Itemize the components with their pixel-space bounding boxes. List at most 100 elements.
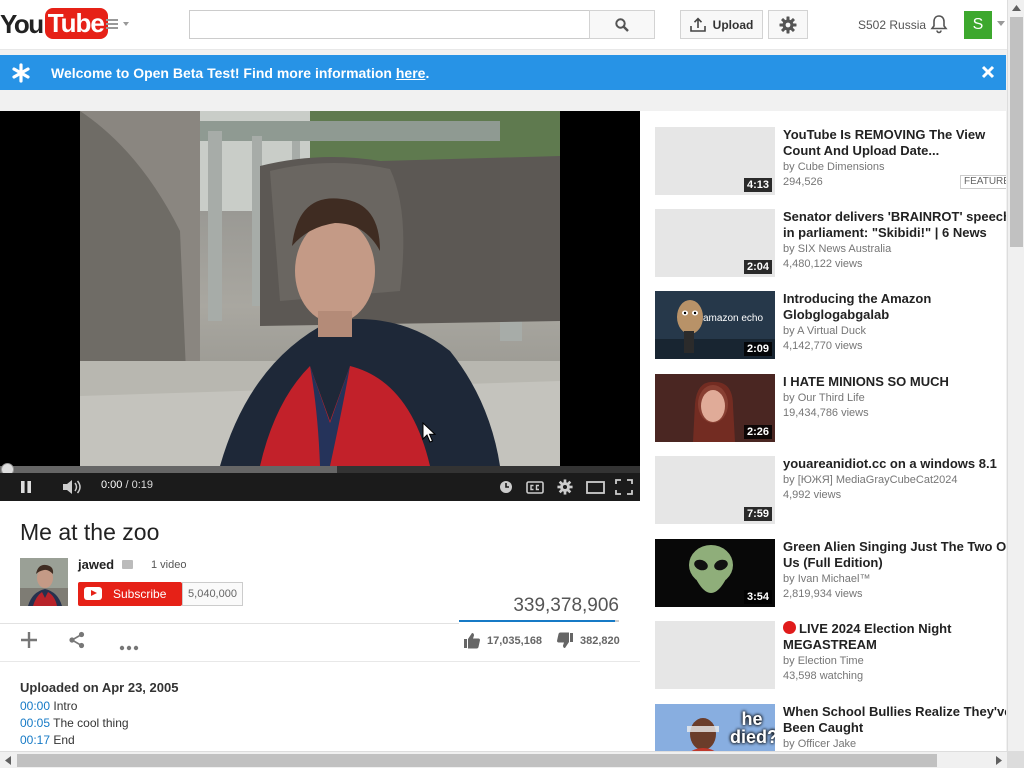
duration-badge: 2:04 xyxy=(743,260,772,274)
upload-button[interactable]: Upload xyxy=(680,10,763,39)
related-video-views: 4,480,122 views xyxy=(783,258,863,270)
owner-avatar[interactable] xyxy=(20,558,68,606)
guide-menu-button[interactable] xyxy=(106,16,132,34)
account-channel-name[interactable]: S502 Russia xyxy=(858,18,926,32)
chapter-timestamp[interactable]: 00:00 xyxy=(20,699,50,713)
account-menu-caret[interactable] xyxy=(997,21,1005,26)
related-video-title[interactable]: Introducing the Amazon Globglogabgalab xyxy=(783,291,1006,323)
theater-icon xyxy=(585,480,605,494)
vertical-scrollbar[interactable] xyxy=(1007,0,1024,751)
related-video-channel[interactable]: SIX News Australia xyxy=(798,243,892,255)
video-thumbnail[interactable]: amazon echo 2:09 xyxy=(655,291,775,359)
horizontal-scrollbar-thumb[interactable] xyxy=(17,754,937,767)
chapter-timestamp[interactable]: 00:05 xyxy=(20,716,50,730)
video-frame[interactable] xyxy=(80,111,560,466)
related-video-views: 4,142,770 views xyxy=(783,340,863,352)
related-video-channel[interactable]: Election Time xyxy=(798,655,864,667)
related-video-channel[interactable]: [ЮЖЯ] MediaGrayCubeCat2024 xyxy=(798,474,958,486)
vertical-scrollbar-thumb[interactable] xyxy=(1010,17,1023,247)
notifications-button[interactable] xyxy=(930,14,948,39)
related-videos: 4:13 YouTube Is REMOVING The View Count … xyxy=(640,111,1006,751)
video-thumbnail[interactable]: 7:59 xyxy=(655,456,775,524)
related-video-item[interactable]: 7:59 youareanidiot.cc on a windows 8.1 b… xyxy=(655,456,1006,524)
related-video-title-text: LIVE 2024 Election Night MEGASTREAM xyxy=(783,621,952,652)
account-avatar[interactable]: S xyxy=(964,11,992,39)
add-to-button[interactable] xyxy=(20,631,38,654)
related-video-item[interactable]: 2:26 I HATE MINIONS SO MUCH by Our Third… xyxy=(655,374,1006,442)
hamburger-icon xyxy=(106,19,118,21)
duration: 0:19 xyxy=(131,479,154,491)
related-video-channel[interactable]: Our Third Life xyxy=(798,392,865,404)
video-thumbnail[interactable]: 3:54 xyxy=(655,539,775,607)
bell-icon xyxy=(930,15,948,34)
view-count: 339,378,906 xyxy=(513,595,619,616)
video-thumbnail[interactable]: 2:26 xyxy=(655,374,775,442)
related-video-title[interactable]: YouTube Is REMOVING The View Count And U… xyxy=(783,127,1006,159)
scrollbar-corner xyxy=(1007,751,1024,768)
related-video-item[interactable]: 4:13 YouTube Is REMOVING The View Count … xyxy=(655,127,1006,195)
related-video-channel-line: by SIX News Australia xyxy=(783,242,891,257)
theater-mode-button[interactable] xyxy=(585,479,605,495)
pause-button[interactable] xyxy=(18,479,34,495)
thumbs-up-icon xyxy=(464,633,480,649)
subscribe-button[interactable]: Subscribe xyxy=(78,582,182,606)
volume-icon xyxy=(63,480,81,494)
youtube-logo[interactable]: You Tube xyxy=(0,8,108,39)
video-thumbnail[interactable] xyxy=(655,621,775,689)
video-title: Me at the zoo xyxy=(20,519,160,545)
related-video-item[interactable]: LIVE 2024 Election Night MEGASTREAM by E… xyxy=(655,621,1006,689)
player-settings-button[interactable] xyxy=(556,478,574,496)
video-thumbnail[interactable]: he died? xyxy=(655,704,775,751)
plus-icon xyxy=(21,632,37,648)
related-video-title[interactable]: When School Bullies Realize They've Been… xyxy=(783,704,1006,736)
related-video-views: 294,526 xyxy=(783,176,823,188)
owner-name[interactable]: jawed xyxy=(78,557,114,572)
banner-message: Welcome to Open Beta Test! Find more inf… xyxy=(51,65,429,81)
video-thumbnail[interactable]: 4:13 xyxy=(655,127,775,195)
video-thumbnail[interactable]: 2:04 xyxy=(655,209,775,277)
like-count: 17,035,168 xyxy=(487,634,543,647)
related-video-channel[interactable]: A Virtual Duck xyxy=(797,325,866,337)
mute-button[interactable] xyxy=(60,479,84,495)
search-button[interactable] xyxy=(589,10,655,39)
mail-icon[interactable] xyxy=(122,560,133,569)
banner-link[interactable]: here xyxy=(396,65,426,81)
chapter-timestamp[interactable]: 00:17 xyxy=(20,733,50,747)
progress-bar[interactable] xyxy=(0,463,640,476)
search-input[interactable] xyxy=(189,10,590,39)
scroll-right-arrow-icon[interactable] xyxy=(996,756,1002,765)
related-video-title[interactable]: youareanidiot.cc on a windows 8.1 xyxy=(783,456,1006,472)
related-video-channel[interactable]: Ivan Michael™ xyxy=(798,573,871,585)
by-label: by xyxy=(783,474,795,486)
related-video-views: 4,992 views xyxy=(783,489,842,501)
like-button[interactable]: 17,035,168 xyxy=(463,632,542,649)
captions-button[interactable] xyxy=(525,479,545,495)
owner-video-count[interactable]: 1 video xyxy=(151,559,186,571)
related-video-title[interactable]: Green Alien Singing Just The Two Of Us (… xyxy=(783,539,1006,571)
gear-icon xyxy=(557,479,573,495)
scroll-left-arrow-icon[interactable] xyxy=(5,756,11,765)
related-video-item[interactable]: 3:54 Green Alien Singing Just The Two Of… xyxy=(655,539,1006,607)
scroll-up-arrow-icon[interactable] xyxy=(1012,5,1021,11)
horizontal-scrollbar[interactable] xyxy=(0,751,1007,768)
related-video-title[interactable]: I HATE MINIONS SO MUCH xyxy=(783,374,1006,390)
close-icon[interactable] xyxy=(981,65,995,79)
related-video-item[interactable]: 2:04 Senator delivers 'BRAINROT' speech … xyxy=(655,209,1006,277)
related-video-title[interactable]: LIVE 2024 Election Night MEGASTREAM xyxy=(783,621,1006,653)
fullscreen-button[interactable] xyxy=(614,478,634,496)
video-player[interactable]: 0:00 / 0:19 xyxy=(0,111,640,501)
duration-badge: 7:59 xyxy=(743,507,772,521)
settings-button[interactable] xyxy=(768,10,808,39)
more-actions-button[interactable] xyxy=(119,638,139,656)
share-button[interactable] xyxy=(68,631,86,654)
related-video-item[interactable]: he died? When School Bullies Realize The… xyxy=(655,704,1006,751)
dislike-button[interactable]: 382,820 xyxy=(556,632,620,649)
watch-later-button[interactable] xyxy=(498,479,514,495)
related-video-channel[interactable]: Officer Jake xyxy=(798,738,857,750)
upload-label: Upload xyxy=(712,17,754,32)
related-video-title[interactable]: Senator delivers 'BRAINROT' speech in pa… xyxy=(783,209,1006,241)
related-video-item[interactable]: amazon echo 2:09 Introducing the Amazon … xyxy=(655,291,1006,359)
upload-icon xyxy=(689,17,706,32)
gear-icon xyxy=(779,16,797,33)
related-video-channel[interactable]: Cube Dimensions xyxy=(798,161,885,173)
